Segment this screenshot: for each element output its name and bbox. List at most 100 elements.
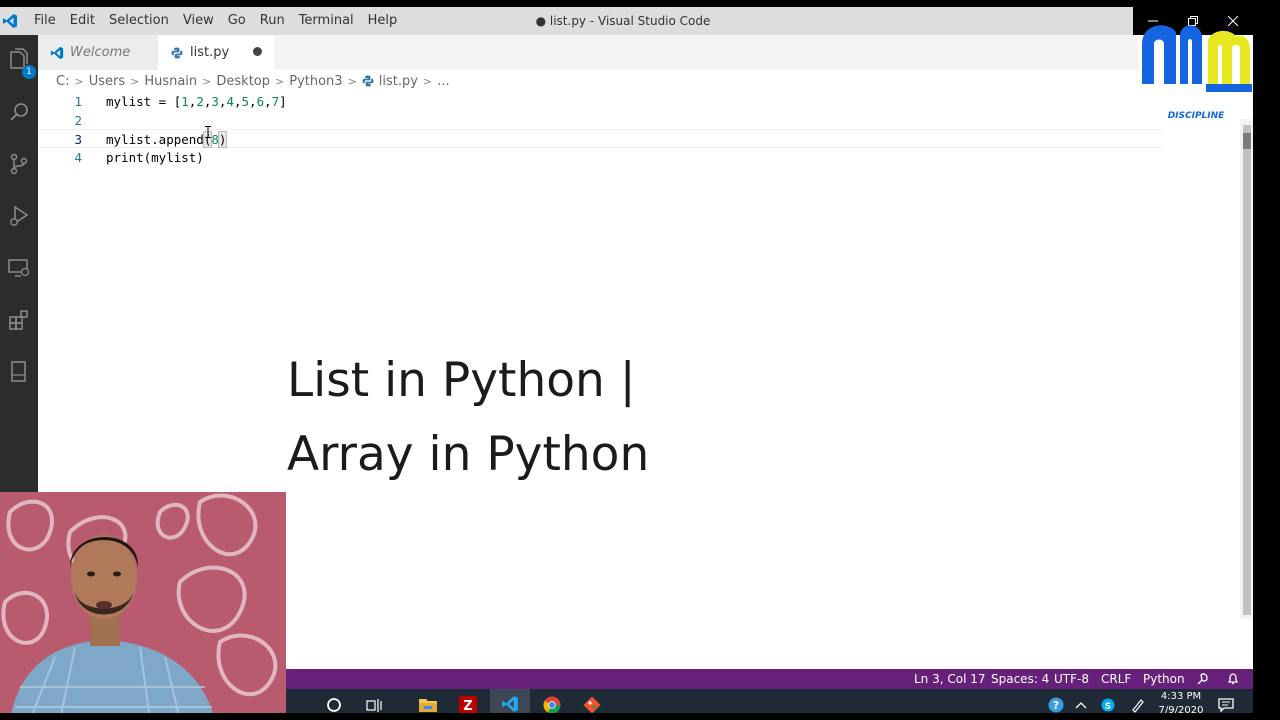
pen-icon [1132,698,1144,713]
tab-label: Welcome [70,45,131,60]
unsaved-dot-icon[interactable] [253,47,262,56]
code-line[interactable]: 1 mylist = [1,2,3,4,5,6,7] [38,92,1162,111]
vscode-taskbar-button[interactable] [490,689,530,713]
git-icon [583,696,601,713]
svg-text:DISCIPLINE: DISCIPLINE [1168,111,1225,121]
filezilla-icon: Z [459,695,477,714]
caption-line-2: Array in Python [287,427,650,482]
file-explorer-button[interactable] [412,689,444,713]
menu-help[interactable]: Help [361,7,405,35]
menu-terminal[interactable]: Terminal [292,7,361,35]
chevron-right-icon: > [74,74,84,88]
python-icon [170,46,184,60]
skype-icon: S [1101,698,1115,712]
line-number: 2 [74,113,82,128]
menu-selection[interactable]: Selection [102,7,176,35]
file-button[interactable] [4,357,34,387]
explorer-button[interactable]: 1 [4,45,36,79]
task-view-icon [366,698,382,712]
menu-view[interactable]: View [176,7,221,35]
breadcrumb-item[interactable]: ... [437,74,449,89]
clock-time: 4:33 PM [1160,691,1202,702]
code-line[interactable]: 4 print(mylist) [38,148,1162,167]
chrome-button[interactable] [536,689,568,713]
menu-go[interactable]: Go [221,7,253,35]
cortana-icon [327,697,341,712]
breadcrumb-item[interactable]: Desktop [216,74,270,89]
indentation[interactable]: Spaces: 4 [991,669,1049,689]
breadcrumb-item[interactable]: Python3 [289,74,342,89]
vscode-icon [502,695,518,712]
line-number: 1 [74,94,82,109]
python-icon [362,75,374,87]
breadcrumb-item[interactable]: list.py [379,74,418,89]
help-icon: ? [1048,697,1064,712]
windows-taskbar: Z ? S [286,689,1253,713]
cursor-position[interactable]: Ln 3, Col 17 [914,669,986,689]
line-number: 3 [74,132,82,147]
breadcrumb-item[interactable]: C: [56,74,69,89]
task-view-button[interactable] [360,689,388,713]
tab-list-py[interactable]: list.py [158,35,274,70]
encoding[interactable]: UTF-8 [1054,669,1089,689]
filezilla-button[interactable]: Z [452,689,484,713]
notifications-button[interactable] [1214,689,1238,713]
code-text: print(mylist) [106,150,204,165]
breadcrumb-item[interactable]: Users [89,74,125,89]
scrollbar-marker [1243,133,1251,149]
breadcrumb-item[interactable]: Husnain [144,74,197,89]
caption-line-1: List in Python | [287,353,636,408]
chevron-up-icon [1075,701,1087,708]
editor-tabs: Welcome list.py [38,35,1138,70]
status-bar: Ln 3, Col 17 Spaces: 4 UTF-8 CRLF Python [286,669,1253,689]
chevron-right-icon: > [275,74,285,88]
svg-text:?: ? [1053,699,1059,712]
scrollbar-thumb[interactable] [1243,125,1251,615]
source-control-button[interactable] [4,149,34,179]
chevron-right-icon: > [347,74,357,88]
language-mode[interactable]: Python [1143,669,1185,689]
menu-edit[interactable]: Edit [63,7,102,35]
chevron-right-icon: > [202,74,212,88]
ibeam-cursor-icon [205,126,211,138]
extensions-button[interactable] [4,305,34,335]
code-text: mylist = [1,2,3,4,5,6,7] [106,94,287,109]
search-button[interactable] [4,97,34,127]
tray-expand-button[interactable] [1073,689,1089,713]
vscode-window: ● list.py - Visual Studio Code File Edit… [0,7,1253,713]
tab-welcome[interactable]: Welcome [38,35,158,70]
explorer-badge: 1 [22,65,36,79]
run-debug-button[interactable] [4,201,34,231]
skype-tray-button[interactable]: S [1098,689,1118,713]
menu-run[interactable]: Run [253,7,292,35]
text-cursor [226,132,228,147]
feedback-icon[interactable] [1196,672,1210,686]
file-explorer-icon [419,698,437,712]
video-caption: List in Python | Array in Python [287,344,649,492]
menu-bar: File Edit Selection View Go Run Terminal… [27,7,404,35]
webcam-video [0,492,286,713]
run-debug-icon [10,205,29,226]
channel-logo: DISCIPLINE [1142,25,1252,121]
source-control-icon [10,153,28,175]
extensions-icon [9,310,28,330]
chrome-icon [543,696,561,713]
end-of-line[interactable]: CRLF [1101,669,1131,689]
remote-explorer-button[interactable] [4,253,34,283]
title-bar: ● list.py - Visual Studio Code File Edit… [0,7,1253,35]
bell-icon[interactable] [1226,672,1240,686]
help-tray-button[interactable]: ? [1046,689,1066,713]
chevron-right-icon: > [422,74,433,88]
menu-file[interactable]: File [27,7,63,35]
taskbar-clock[interactable]: 4:33 PM 7/9/2020 [1158,690,1204,713]
pen-tray-button[interactable] [1128,689,1148,713]
file-icon [11,361,26,382]
search-icon [10,103,28,121]
chevron-right-icon: > [130,74,140,88]
remote-explorer-icon [8,259,30,277]
cortana-button[interactable] [320,689,348,713]
svg-text:S: S [1105,702,1111,712]
svg-text:Z: Z [463,699,472,714]
git-button[interactable] [576,689,608,713]
vscode-icon [50,46,64,60]
